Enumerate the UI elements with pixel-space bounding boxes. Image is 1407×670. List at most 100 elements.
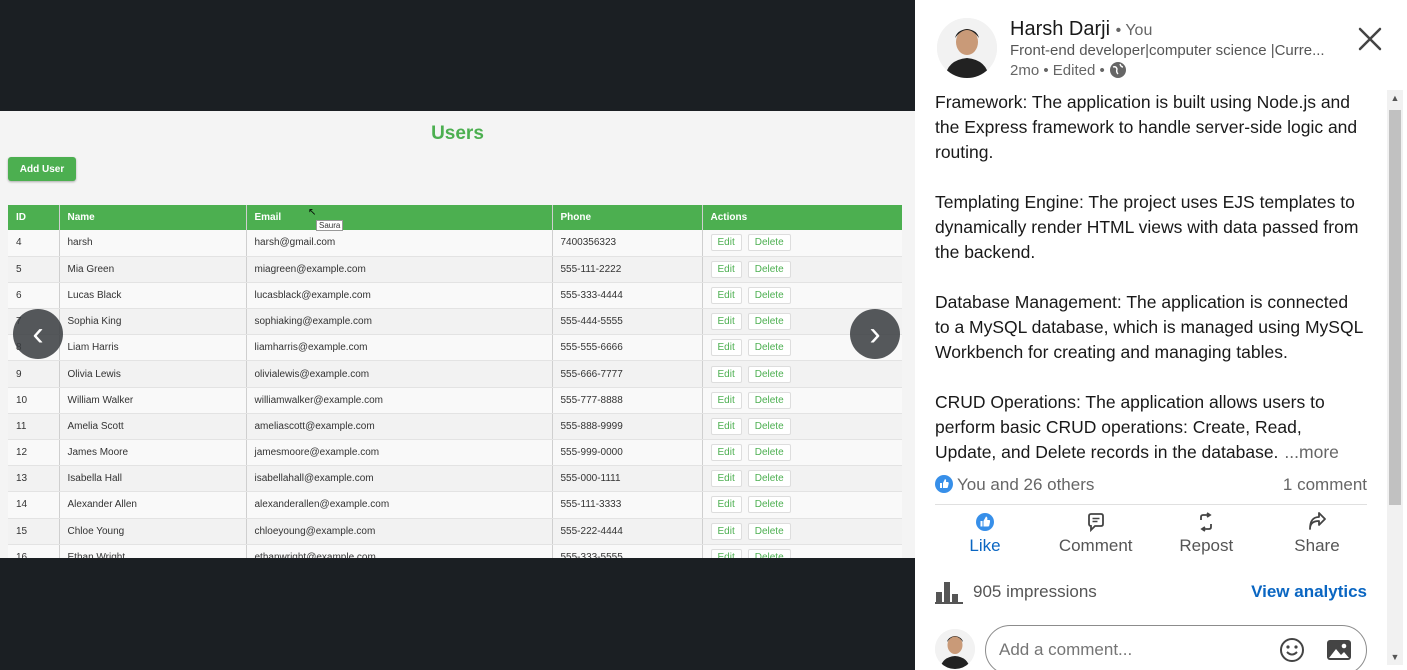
image-delete-button: Delete — [747, 313, 791, 331]
impressions-row: 905 impressions View analytics — [935, 580, 1367, 604]
next-image-button[interactable]: › — [850, 309, 900, 359]
cell-phone: 555-444-5555 — [551, 308, 702, 336]
image-delete-button: Delete — [747, 417, 791, 435]
cell-phone: 555-777-8888 — [551, 387, 702, 414]
cell-email: olivialewis@example.com — [245, 360, 552, 388]
impressions-text: 905 impressions — [973, 582, 1097, 601]
cell-actions: Edit Delete — [701, 230, 902, 257]
table-row: 5 Mia Green miagreen@example.com 555-111-22… — [8, 256, 902, 283]
cell-email: lucasblack@example.com — [245, 282, 552, 310]
media-viewer: Users Add User ID Name Email Phone Actio… — [0, 0, 915, 670]
image-edit-button: Edit — [710, 496, 742, 514]
image-delete-button: Delete — [747, 470, 791, 488]
scroll-up-arrow-icon[interactable]: ▲ — [1387, 90, 1403, 106]
image-edit-button: Edit — [710, 260, 742, 278]
author-name-text[interactable]: Harsh Darji — [1010, 18, 1110, 40]
like-reaction-icon — [935, 475, 953, 493]
reactions-count[interactable]: You and 26 others — [935, 475, 1094, 495]
cell-name: James Moore — [58, 439, 246, 467]
author-headline: Front-end developer|computer science |Cu… — [1010, 42, 1325, 59]
share-label: Share — [1294, 536, 1340, 555]
close-icon[interactable] — [1355, 24, 1385, 54]
panel-scrollbar[interactable]: ▲ ▼ — [1387, 90, 1403, 665]
cell-email: jamesmoore@example.com — [245, 439, 552, 467]
cell-phone: 555-111-3333 — [551, 491, 702, 519]
cell-email: williamwalker@example.com — [245, 387, 552, 414]
share-icon — [1309, 512, 1326, 530]
image-delete-button: Delete — [747, 339, 791, 357]
cell-name: Chloe Young — [58, 518, 246, 545]
cell-email: miagreen@example.com — [245, 256, 552, 283]
cell-phone: 555-888-9999 — [551, 413, 702, 441]
image-delete-button: Delete — [747, 391, 791, 409]
impressions[interactable]: 905 impressions — [935, 580, 1097, 604]
table-row: 14 Alexander Allen alexanderallen@example.… — [8, 491, 902, 519]
column-header: ID — [8, 205, 59, 230]
table-row: 8Liam Harrisliamharris@example.com555-55… — [8, 334, 902, 362]
table-row: 16 Ethan Wright ethanwright@example.com 555… — [8, 544, 902, 558]
cell-id: 11 — [8, 413, 59, 441]
cell-email: alexanderallen@example.com — [245, 491, 552, 519]
current-user-avatar — [935, 629, 975, 669]
table-row: 13 Isabella Hall isabellahall@example.com 5… — [8, 465, 902, 493]
scrollbar-thumb[interactable] — [1389, 110, 1401, 505]
see-more-link[interactable]: ...more — [1284, 442, 1338, 462]
cell-id: 4 — [8, 230, 59, 257]
share-button[interactable]: Share — [1267, 512, 1367, 562]
cell-id: 9 — [8, 360, 59, 388]
globe-icon — [1109, 62, 1126, 78]
cell-email: harsh@gmail.com — [245, 230, 552, 257]
author-name[interactable]: Harsh Darji • You — [1010, 18, 1152, 41]
cell-email: sophiaking@example.com — [245, 308, 552, 336]
cell-id: 10 — [8, 387, 59, 414]
comment-input[interactable] — [985, 625, 1367, 670]
comments-count[interactable]: 1 comment — [1283, 475, 1367, 495]
cell-email: ameliascott@example.com — [245, 413, 552, 441]
cell-phone: 555-555-6666 — [551, 334, 702, 362]
like-label: Like — [969, 536, 1001, 555]
cell-actions: Edit Delete — [701, 518, 902, 545]
cell-name: Lucas Black — [58, 282, 246, 310]
post-paragraph: Database Management: The application is … — [935, 292, 1363, 362]
like-button[interactable]: Like — [935, 512, 1035, 562]
like-icon — [976, 513, 994, 531]
repost-button[interactable]: Repost — [1156, 512, 1256, 562]
post-paragraph: Templating Engine: The project uses EJS … — [935, 192, 1359, 262]
cell-name: William Walker — [58, 387, 246, 414]
cell-actions: Edit Delete — [701, 439, 902, 467]
cell-name: Amelia Scott — [58, 413, 246, 441]
you-tag: • You — [1115, 22, 1153, 39]
table-row: 4 harsh harsh@gmail.com 7400356323 Edit Delet… — [8, 230, 902, 257]
cell-name: Mia Green — [58, 256, 246, 283]
comment-icon — [1087, 513, 1104, 532]
scroll-down-arrow-icon[interactable]: ▼ — [1387, 649, 1403, 665]
image-add-user-button: Add User — [8, 157, 76, 181]
cell-id: 6 — [8, 282, 59, 310]
column-header: Name — [58, 205, 246, 230]
cell-actions: Edit Delete — [701, 544, 902, 558]
comment-button[interactable]: Comment — [1046, 512, 1146, 562]
image-edit-button: Edit — [710, 234, 742, 252]
cell-actions: Edit Delete — [701, 256, 902, 283]
image-delete-button: Delete — [747, 496, 791, 514]
reactions-text[interactable]: You and 26 others — [957, 475, 1094, 494]
author-avatar[interactable] — [937, 18, 997, 78]
repost-icon — [1200, 512, 1213, 532]
post-image[interactable]: Users Add User ID Name Email Phone Actio… — [0, 111, 915, 558]
image-delete-button: Delete — [747, 548, 791, 558]
cell-actions: Edit Delete — [701, 465, 902, 493]
cell-name: Sophia King — [58, 308, 246, 336]
image-page-title: Users — [431, 123, 484, 144]
image-delete-button: Delete — [747, 444, 791, 462]
image-icon[interactable] — [1325, 637, 1353, 668]
cell-name: harsh — [58, 230, 246, 257]
image-delete-button: Delete — [747, 260, 791, 278]
view-analytics-link[interactable]: View analytics — [1251, 582, 1367, 602]
divider — [935, 504, 1367, 505]
image-delete-button: Delete — [747, 234, 791, 252]
emoji-icon[interactable] — [1279, 637, 1305, 668]
column-header: Email — [245, 205, 552, 230]
cell-email: liamharris@example.com — [245, 334, 552, 362]
post-paragraph-text: CRUD Operations: The application allows … — [935, 392, 1325, 462]
previous-image-button[interactable]: ‹ — [13, 309, 63, 359]
